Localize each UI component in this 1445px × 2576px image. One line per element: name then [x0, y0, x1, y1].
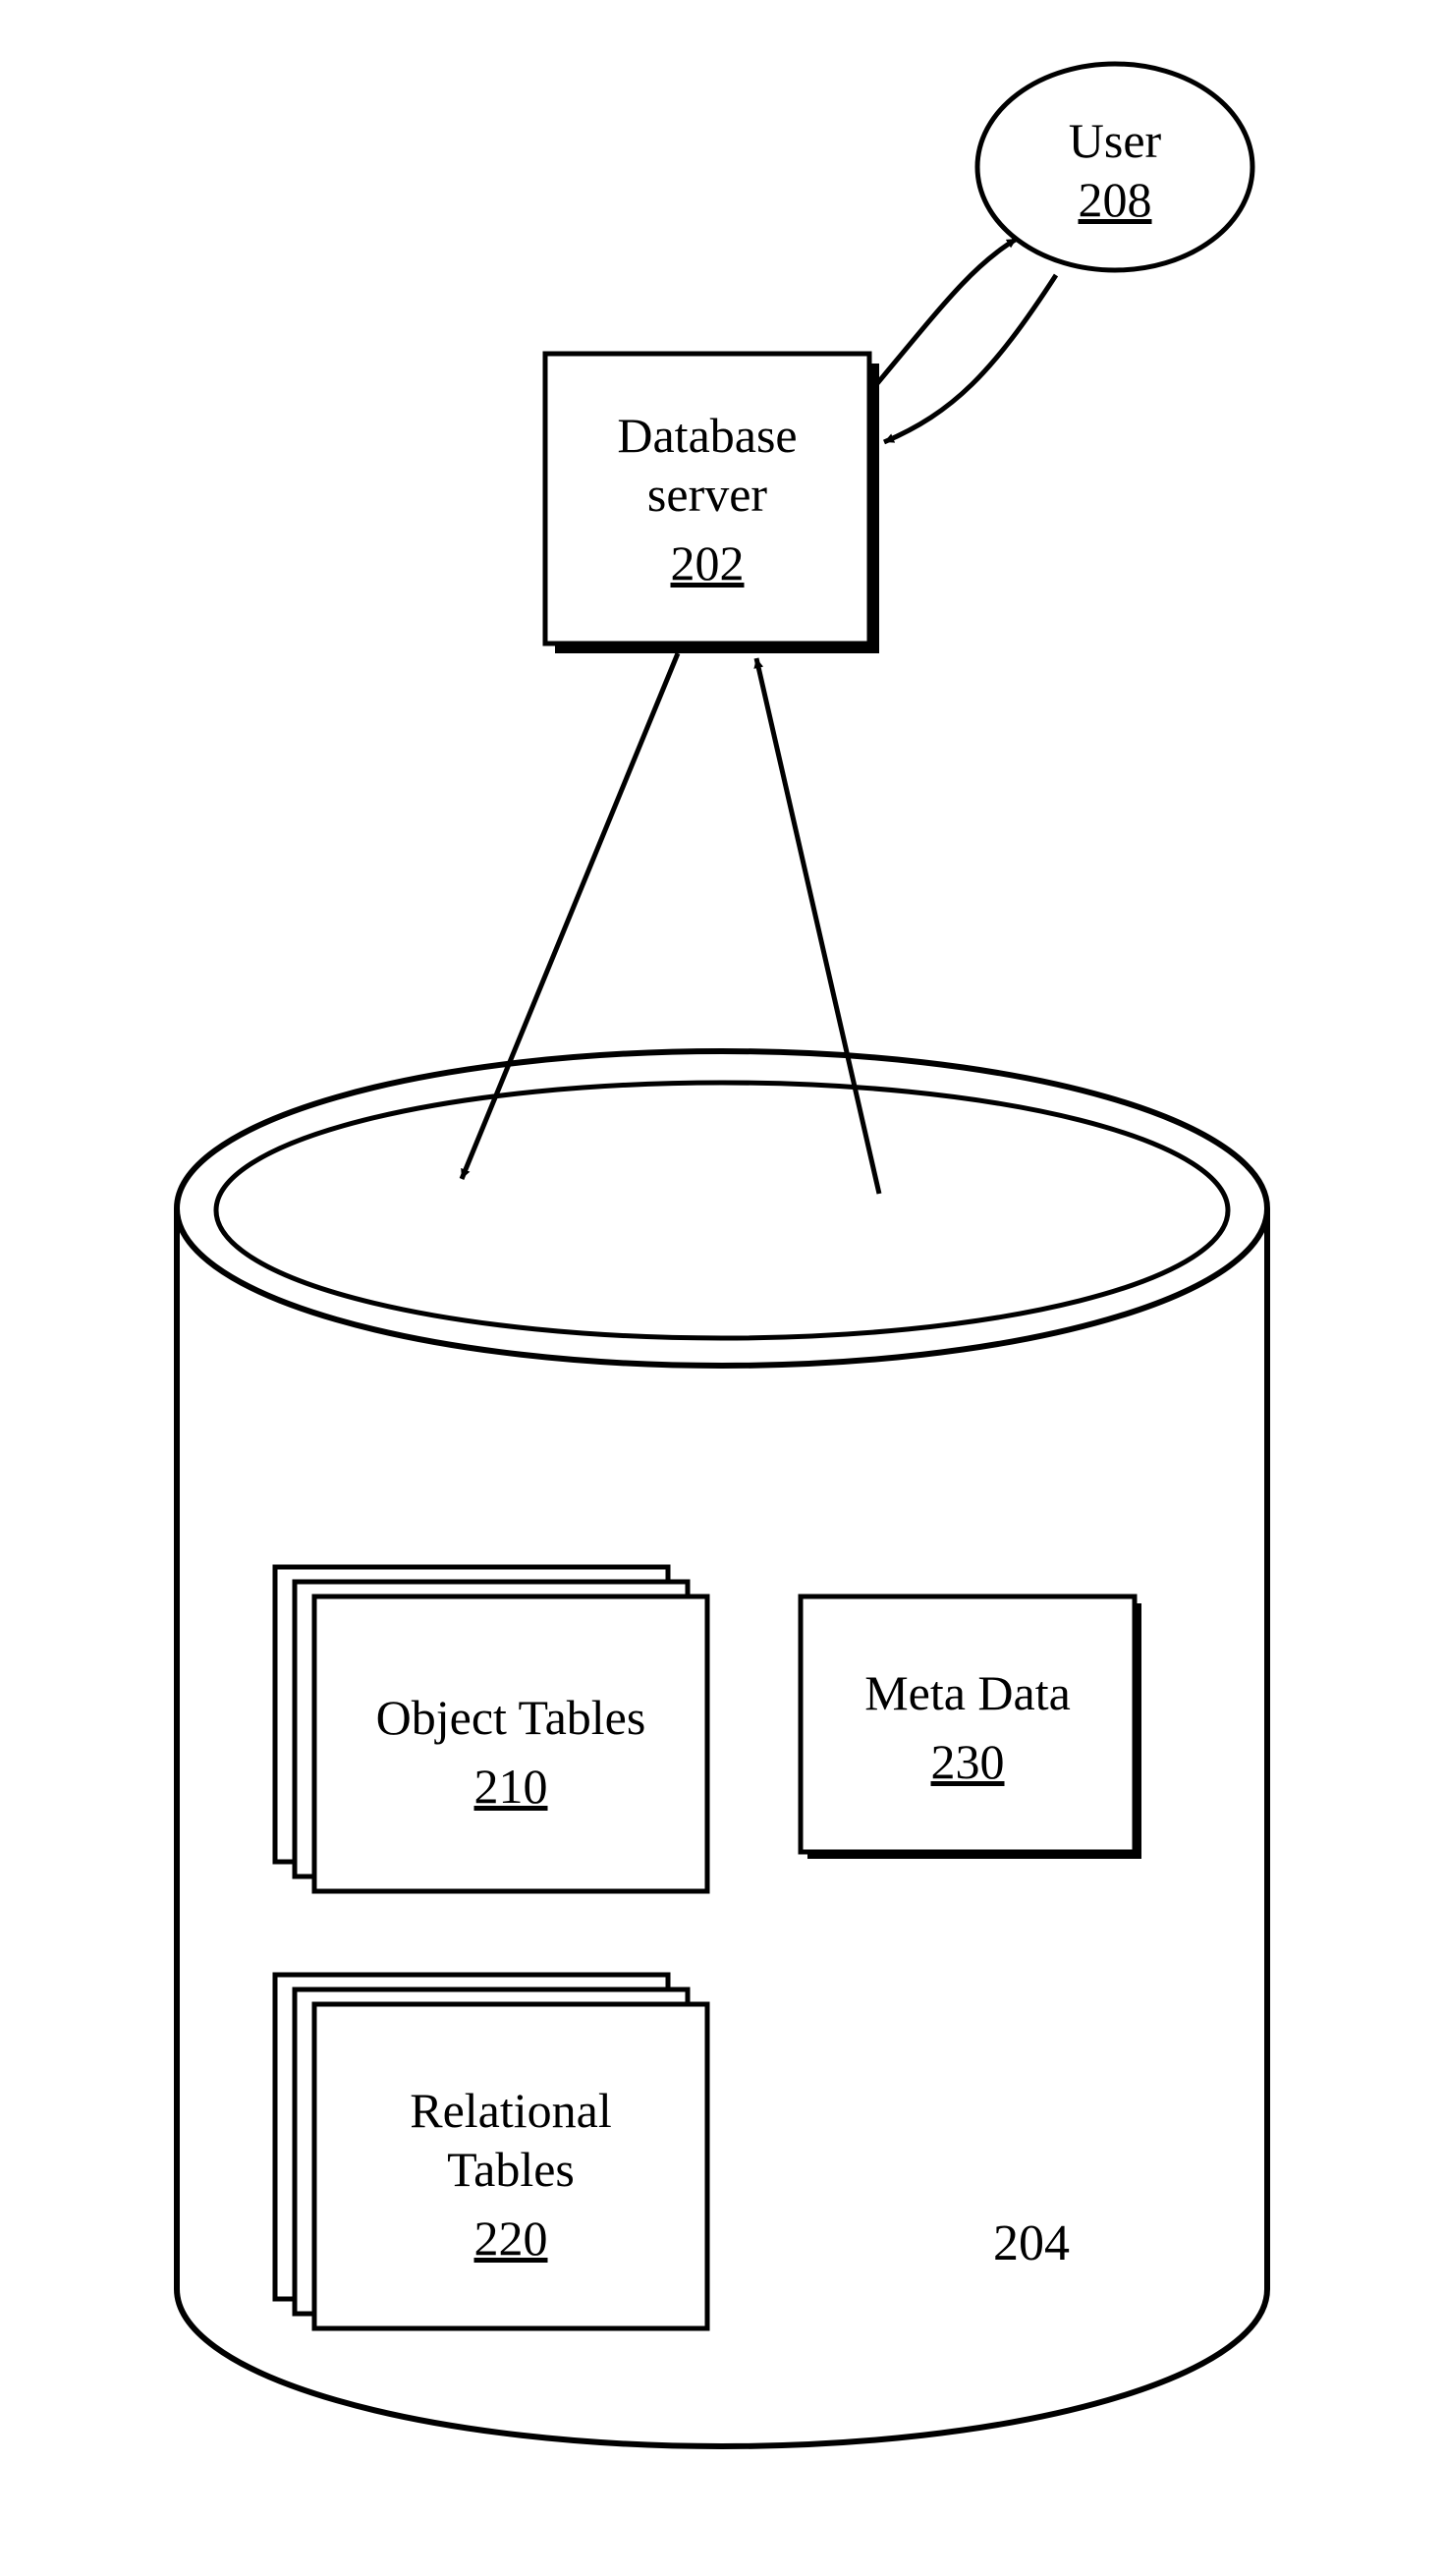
meta-data-box: Meta Data 230	[801, 1596, 1141, 1859]
object-tables-label: Object Tables	[376, 1690, 646, 1745]
relational-tables-ref: 220	[474, 2211, 548, 2266]
arrow-server-to-user	[869, 239, 1017, 393]
dbserver-label-1: Database	[617, 408, 797, 463]
dbserver-ref: 202	[671, 535, 745, 590]
user-label: User	[1069, 113, 1162, 168]
object-tables-ref: 210	[474, 1759, 548, 1814]
database-server-box: Database server 202	[545, 354, 879, 653]
object-tables-box: Object Tables 210	[275, 1567, 707, 1891]
diagram-canvas: Object Tables 210 Relational Tables 220 …	[0, 0, 1445, 2576]
meta-data-ref: 230	[931, 1734, 1005, 1789]
relational-tables-label-2: Tables	[447, 2142, 575, 2197]
relational-tables-label-1: Relational	[410, 2083, 612, 2138]
diagram-svg: Object Tables 210 Relational Tables 220 …	[0, 0, 1445, 2576]
meta-data-label: Meta Data	[864, 1665, 1071, 1720]
storage-ref: 204	[993, 2215, 1070, 2271]
user-ref: 208	[1079, 172, 1152, 227]
arrow-user-to-server	[884, 275, 1056, 442]
relational-tables-box: Relational Tables 220	[275, 1975, 707, 2328]
dbserver-label-2: server	[647, 467, 767, 522]
user-node: User 208	[977, 64, 1252, 270]
